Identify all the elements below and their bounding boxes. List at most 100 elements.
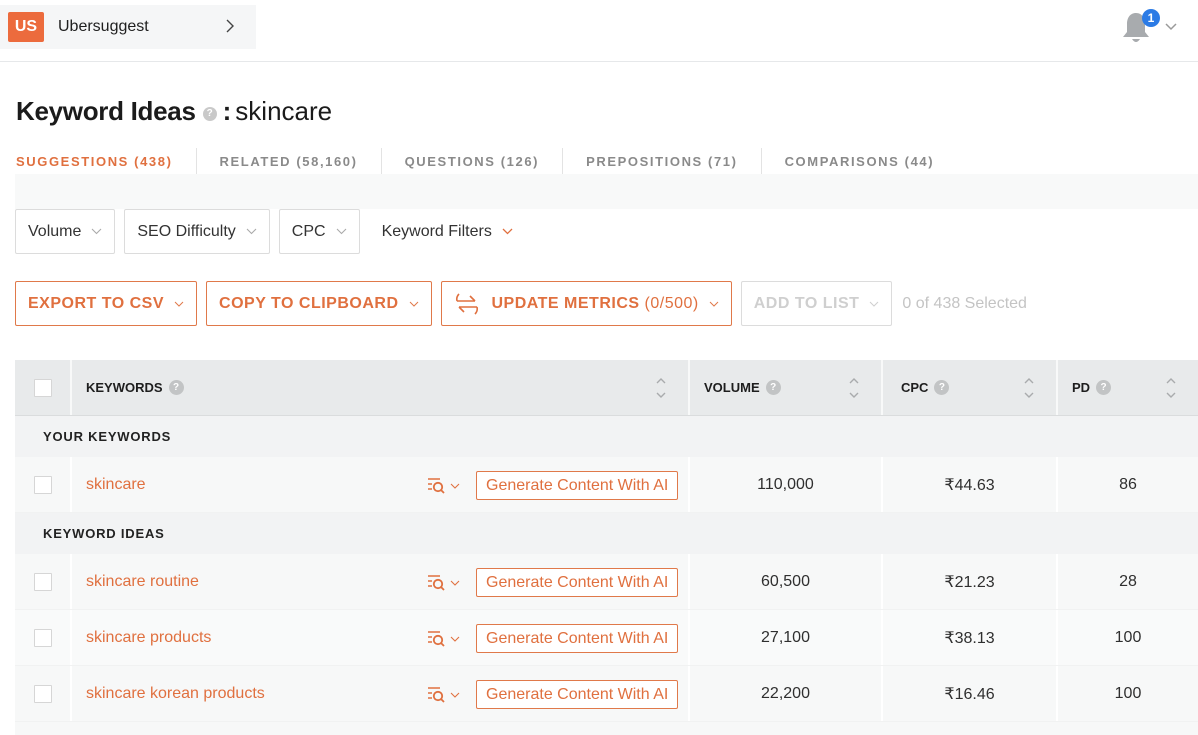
- keywords-table: KEYWORDS ? VOLUME ? CPC ? PD ? YOUR KEYW…: [15, 360, 1198, 735]
- pd-cell: 86: [1119, 475, 1137, 493]
- row-checkbox[interactable]: [33, 684, 52, 703]
- copy-clipboard-button[interactable]: COPY TO CLIPBOARD: [206, 281, 432, 326]
- header-volume[interactable]: VOLUME ?: [690, 360, 883, 415]
- sort-icon[interactable]: [1164, 374, 1178, 402]
- row-select-cell: [15, 554, 72, 609]
- pd-cell: 100: [1114, 628, 1142, 646]
- pd-cell: 100: [1114, 684, 1142, 702]
- table-row-partial: [15, 722, 1198, 735]
- chevron-down-icon: [91, 228, 102, 235]
- keyword-cell: skincare routine Generate Content With A…: [72, 554, 690, 609]
- keyword-cell: skincare Generate Content With AI: [72, 457, 690, 512]
- header-keywords-label: KEYWORDS: [86, 380, 163, 395]
- header-cpc[interactable]: CPC ?: [883, 360, 1058, 415]
- tab-suggestions[interactable]: SUGGESTIONS (438): [0, 148, 196, 174]
- header-select-all: [15, 360, 72, 415]
- keyword-link[interactable]: skincare korean products: [86, 685, 265, 703]
- page-title: Keyword Ideas ? : skincare: [16, 96, 332, 127]
- volume-cell: 27,100: [690, 610, 883, 665]
- tab-comparisons[interactable]: COMPARISONS (44): [760, 148, 958, 174]
- volume-cell: 110,000: [690, 457, 883, 512]
- filter-bar: Volume SEO Difficulty CPC Keyword Filter…: [15, 209, 526, 254]
- header-pd[interactable]: PD ?: [1058, 360, 1198, 415]
- cpc-filter[interactable]: CPC: [278, 209, 360, 254]
- table-header: KEYWORDS ? VOLUME ? CPC ? PD ?: [15, 360, 1198, 416]
- chevron-down-icon: [246, 228, 257, 235]
- tab-band: [15, 174, 1198, 209]
- row-select-cell: [15, 666, 72, 721]
- help-icon[interactable]: ?: [168, 380, 184, 395]
- volume-filter-label: Volume: [28, 222, 82, 240]
- copy-clipboard-label: COPY TO CLIPBOARD: [219, 294, 399, 312]
- page-title-text: Keyword Ideas: [16, 96, 196, 126]
- cpc-filter-label: CPC: [291, 222, 326, 240]
- seo-difficulty-filter-label: SEO Difficulty: [137, 222, 236, 240]
- serp-analysis-icon[interactable]: [426, 573, 464, 591]
- keyword-cell: skincare products Generate Content With …: [72, 610, 690, 665]
- keyword-link[interactable]: skincare products: [86, 629, 211, 647]
- chevron-down-icon: [174, 301, 184, 307]
- generate-content-button[interactable]: Generate Content With AI: [476, 471, 679, 500]
- chevron-down-icon: [502, 228, 513, 235]
- project-badge: US: [8, 12, 44, 42]
- cpc-cell: ₹16.46: [883, 666, 1058, 721]
- keyword-link[interactable]: skincare routine: [86, 573, 199, 591]
- sort-icon[interactable]: [654, 374, 668, 402]
- chevron-down-icon[interactable]: [1164, 22, 1178, 32]
- keyword-filters-dropdown[interactable]: Keyword Filters: [368, 209, 526, 254]
- row-checkbox[interactable]: [33, 475, 52, 494]
- row-checkbox[interactable]: [33, 628, 52, 647]
- project-switcher[interactable]: US Ubersuggest: [0, 5, 256, 49]
- cpc-cell: ₹38.13: [883, 610, 1058, 665]
- help-icon[interactable]: ?: [934, 380, 950, 395]
- serp-analysis-icon[interactable]: [426, 476, 464, 494]
- header-volume-label: VOLUME: [704, 380, 760, 395]
- title-colon: :: [222, 96, 232, 126]
- header-keywords[interactable]: KEYWORDS ?: [72, 360, 690, 415]
- update-metrics-button[interactable]: UPDATE METRICS (0/500): [440, 281, 732, 326]
- section-your-keywords: YOUR KEYWORDS: [15, 416, 1198, 457]
- serp-analysis-icon[interactable]: [426, 629, 464, 647]
- update-metrics-count: (0/500): [644, 294, 699, 312]
- keyword-filters-label: Keyword Filters: [381, 222, 492, 240]
- top-bar: US Ubersuggest 1: [0, 0, 1198, 62]
- notification-badge: 1: [1142, 9, 1160, 27]
- generate-content-button[interactable]: Generate Content With AI: [476, 680, 679, 709]
- volume-filter[interactable]: Volume: [15, 209, 116, 254]
- keyword-tabs: SUGGESTIONS (438) RELATED (58,160) QUEST…: [0, 146, 957, 176]
- chevron-right-icon: [226, 19, 234, 33]
- tab-questions[interactable]: QUESTIONS (126): [380, 148, 563, 174]
- generate-content-button[interactable]: Generate Content With AI: [476, 624, 679, 653]
- help-icon[interactable]: ?: [202, 106, 217, 121]
- sync-icon: [455, 292, 478, 315]
- tab-related[interactable]: RELATED (58,160): [195, 148, 381, 174]
- cpc-cell: ₹44.63: [883, 457, 1058, 512]
- keyword-cell: skincare korean products Generate Conten…: [72, 666, 690, 721]
- action-bar: EXPORT TO CSV COPY TO CLIPBOARD UPDATE M…: [15, 281, 1027, 326]
- sort-icon[interactable]: [1022, 374, 1036, 402]
- pd-cell: 28: [1119, 572, 1137, 590]
- export-csv-button[interactable]: EXPORT TO CSV: [15, 281, 198, 326]
- volume-cell: 22,200: [690, 666, 883, 721]
- table-row: skincare routine Generate Content With A…: [15, 554, 1198, 610]
- keyword-link[interactable]: skincare: [86, 476, 146, 494]
- serp-analysis-icon[interactable]: [426, 685, 464, 703]
- sort-icon[interactable]: [847, 374, 861, 402]
- help-icon[interactable]: ?: [765, 380, 781, 395]
- table-row: skincare korean products Generate Conten…: [15, 666, 1198, 722]
- cpc-cell: ₹21.23: [883, 554, 1058, 609]
- table-row: skincare products Generate Content With …: [15, 610, 1198, 666]
- header-cpc-label: CPC: [901, 380, 929, 395]
- tab-prepositions[interactable]: PREPOSITIONS (71): [562, 148, 760, 174]
- generate-content-button[interactable]: Generate Content With AI: [476, 568, 679, 597]
- row-select-cell: [15, 610, 72, 665]
- row-select-cell: [15, 457, 72, 512]
- section-keyword-ideas: KEYWORD IDEAS: [15, 513, 1198, 554]
- select-all-checkbox[interactable]: [33, 378, 52, 397]
- selected-count: 0 of 438 Selected: [902, 294, 1027, 312]
- row-checkbox[interactable]: [33, 572, 52, 591]
- help-icon[interactable]: ?: [1096, 380, 1112, 395]
- seo-difficulty-filter[interactable]: SEO Difficulty: [124, 209, 270, 254]
- search-term: skincare: [235, 96, 333, 126]
- add-to-list-button[interactable]: ADD TO LIST: [740, 281, 893, 326]
